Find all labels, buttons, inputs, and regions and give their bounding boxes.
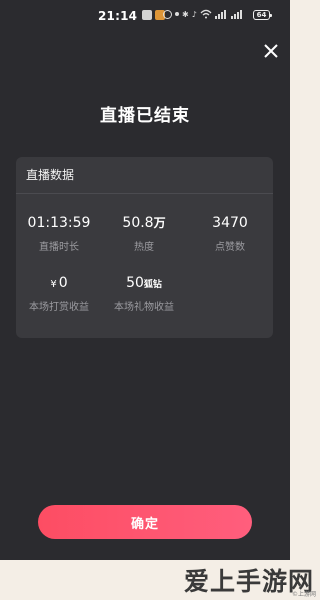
watermark-subtext: ©上游网 [291,591,316,598]
signal-icon [214,10,226,19]
stat-value: 3470 [212,215,248,231]
notification-icons [142,10,165,20]
stat-label: 点赞数 [215,242,245,253]
close-button[interactable] [262,42,280,60]
confirm-button[interactable]: 确定 [38,505,252,539]
stat-gift-income: 50狐钻 本场礼物收益 [101,273,187,313]
battery-level: 64 [256,11,267,19]
stat-value: 50.8万 [122,215,166,231]
stat-label: 直播时长 [39,242,79,253]
card-title: 直播数据 [16,157,273,194]
stat-label: 本场打赏收益 [29,302,89,313]
stat-label: 热度 [134,242,154,253]
stat-value: ¥0 [50,275,68,291]
screen: 21:14 ✱ ♪ 64 直播已结束 直播数据 01:13:59 直播时长 50… [0,0,290,560]
system-icons: ✱ ♪ [163,9,244,19]
status-time: 21:14 [98,9,138,23]
stat-value: 50狐钻 [126,275,162,291]
wifi-icon [200,9,212,19]
signal-icon-2 [230,10,242,19]
stat-tip-income: ¥0 本场打赏收益 [16,273,102,313]
stat-likes: 3470 点赞数 [187,213,273,253]
stat-duration: 01:13:59 直播时长 [16,213,102,253]
bluetooth-icon: ✱ [182,9,189,19]
eye-icon [163,9,172,19]
page-title: 直播已结束 [100,106,190,126]
mute-icon: ♪ [191,9,197,19]
close-icon [264,44,278,58]
nfc-icon [175,12,179,16]
live-data-card: 直播数据 01:13:59 直播时长 50.8万 热度 3470 点赞数 ¥0 … [16,157,273,338]
status-bar: 21:14 ✱ ♪ 64 [0,0,290,32]
battery-icon: 64 [253,10,272,20]
notification-icon [142,10,152,20]
stat-popularity: 50.8万 热度 [101,213,187,253]
stat-value: 01:13:59 [27,215,91,231]
stat-label: 本场礼物收益 [114,302,174,313]
